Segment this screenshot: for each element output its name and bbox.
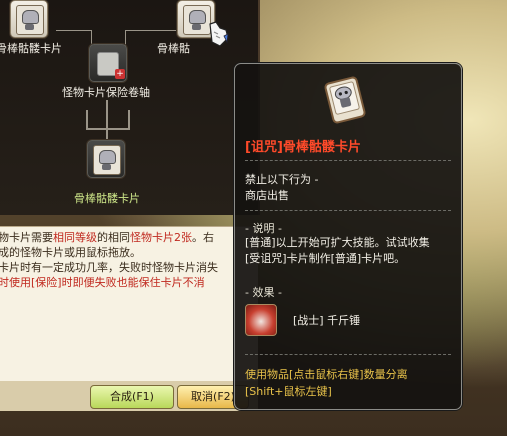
description-line: 时使用[保险]时即便失败也能保住卡片不消	[0, 276, 205, 289]
effect-skill-name: [战士] 千斤锤	[293, 314, 361, 327]
glove-cursor-icon	[209, 21, 229, 47]
divider	[245, 354, 451, 355]
tooltip-title: [诅咒]骨棒骷髅卡片	[245, 140, 361, 155]
description-line: 物卡片需要相同等级的相同怪物卡片2张。右	[0, 231, 214, 244]
source-card-label-left: 骨棒骷髅卡片	[0, 42, 62, 55]
connector-line-down	[86, 110, 130, 130]
restriction-item: 商店出售	[245, 189, 289, 202]
source-card-label-right: 骨棒骷	[157, 42, 190, 55]
description-line: [受诅咒]卡片制作[普通]卡片吧。	[245, 252, 406, 265]
description-line: 卡片时有一定成功几率，失败时怪物卡片消失	[0, 261, 218, 274]
connector-line-center	[106, 100, 108, 140]
result-card-slot[interactable]	[87, 140, 125, 178]
combine-description: 物卡片需要相同等级的相同怪物卡片2张。右 成的怪物卡片或用鼠标拖放。 卡片时有一…	[0, 226, 258, 381]
combine-button[interactable]: 合成(F1)	[90, 385, 174, 409]
effect-heading: - 效果 -	[245, 286, 282, 299]
divider	[245, 210, 451, 211]
divider	[245, 160, 451, 161]
insurance-scroll-label: 怪物卡片保险卷轴	[62, 86, 150, 99]
source-card-slot-left[interactable]	[10, 0, 48, 38]
heavy-hammer-skill-icon	[245, 304, 277, 336]
usage-hint: 使用物品[点击鼠标右键]数量分离[Shift+鼠标左键]	[245, 368, 408, 398]
skeleton-card-icon	[324, 76, 366, 124]
restrictions-heading: 禁止以下行为 -	[245, 173, 319, 186]
insurance-scroll-slot[interactable]: +	[89, 44, 127, 82]
skeleton-card-icon	[16, 5, 44, 35]
description-line: 成的怪物卡片或用鼠标拖放。	[0, 246, 141, 259]
item-tooltip: [诅咒]骨棒骷髅卡片 禁止以下行为 - 商店出售 - 说明 - [普通]以上开始…	[234, 63, 462, 410]
result-card-label: 骨棒骷髅卡片	[74, 192, 140, 205]
skeleton-card-icon	[93, 145, 121, 175]
plus-icon: +	[115, 69, 125, 79]
description-heading: - 说明 -	[245, 222, 282, 235]
description-line: [普通]以上开始可扩大技能。试试收集	[245, 236, 430, 249]
